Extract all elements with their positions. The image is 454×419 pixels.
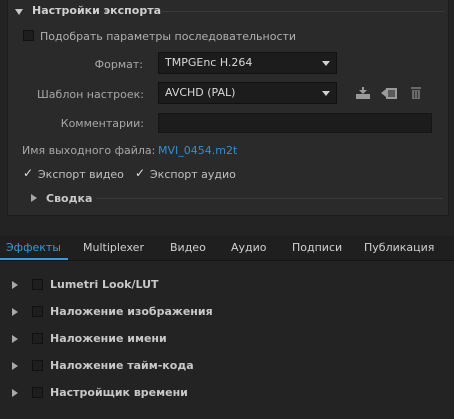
summary-divider — [96, 198, 443, 199]
match-sequence-checkbox[interactable] — [23, 30, 34, 41]
expand-triangle-icon[interactable] — [31, 194, 37, 202]
header-divider — [160, 11, 445, 12]
tab-effects[interactable]: Эффекты — [6, 236, 61, 260]
effect-checkbox[interactable] — [32, 279, 43, 290]
expand-triangle-icon[interactable] — [12, 389, 18, 397]
export-video-checkbox[interactable]: ✓ — [23, 167, 33, 179]
effect-row-time-tuner[interactable]: Настройщик времени — [0, 380, 454, 406]
tab-audio[interactable]: Аудио — [231, 236, 267, 260]
comments-field[interactable] — [158, 113, 432, 133]
export-audio-label: Экспорт аудио — [150, 168, 236, 181]
summary-label[interactable]: Сводка — [46, 192, 92, 205]
collapse-triangle-icon[interactable] — [15, 9, 23, 15]
effect-label: Настройщик времени — [50, 386, 188, 399]
format-value: TMPGEnc H.264 — [165, 56, 253, 69]
effect-checkbox[interactable] — [32, 306, 43, 317]
tab-bar: Эффекты Multiplexer Видео Аудио Подписи … — [0, 236, 454, 261]
expand-triangle-icon[interactable] — [12, 281, 18, 289]
effect-checkbox[interactable] — [32, 360, 43, 371]
active-tab-indicator — [0, 258, 68, 260]
output-name-label: Имя выходного файла: — [22, 144, 156, 157]
effect-row-image-overlay[interactable]: Наложение изображения — [0, 299, 454, 325]
format-dropdown[interactable]: TMPGEnc H.264 — [158, 52, 337, 74]
comments-label: Комментарии: — [60, 117, 144, 130]
preset-label: Шаблон настроек: — [37, 88, 144, 101]
effect-label: Наложение изображения — [50, 305, 213, 318]
effect-row-name-overlay[interactable]: Наложение имени — [0, 326, 454, 352]
expand-triangle-icon[interactable] — [12, 335, 18, 343]
export-video-label: Экспорт видео — [38, 168, 124, 181]
effect-checkbox[interactable] — [32, 333, 43, 344]
output-name-link[interactable]: MVI_0454.m2t — [158, 144, 237, 157]
preset-value: AVCHD (PAL) — [165, 86, 236, 99]
import-preset-icon[interactable] — [380, 85, 398, 101]
match-sequence-label: Подобрать параметры последовательности — [40, 30, 297, 43]
export-settings-title[interactable]: Настройки экспорта — [32, 4, 161, 17]
effect-label: Lumetri Look/LUT — [50, 278, 159, 291]
effect-row-timecode-overlay[interactable]: Наложение тайм-кода — [0, 353, 454, 379]
tab-multiplexer[interactable]: Multiplexer — [83, 236, 144, 260]
export-audio-checkbox[interactable]: ✓ — [135, 167, 145, 179]
delete-preset-icon[interactable] — [409, 85, 427, 101]
preset-dropdown[interactable]: AVCHD (PAL) — [158, 82, 337, 104]
expand-triangle-icon[interactable] — [12, 362, 18, 370]
chevron-down-icon — [322, 61, 330, 66]
save-preset-icon[interactable] — [354, 85, 372, 101]
format-label: Формат: — [94, 58, 143, 71]
effect-row-lumetri[interactable]: Lumetri Look/LUT — [0, 272, 454, 298]
expand-triangle-icon[interactable] — [12, 308, 18, 316]
chevron-down-icon — [322, 91, 330, 96]
tab-video[interactable]: Видео — [170, 236, 206, 260]
effect-checkbox[interactable] — [32, 387, 43, 398]
effect-label: Наложение имени — [50, 332, 167, 345]
tab-captions[interactable]: Подписи — [292, 236, 342, 260]
tab-publish[interactable]: Публикация — [364, 236, 434, 260]
effect-label: Наложение тайм-кода — [50, 359, 194, 372]
